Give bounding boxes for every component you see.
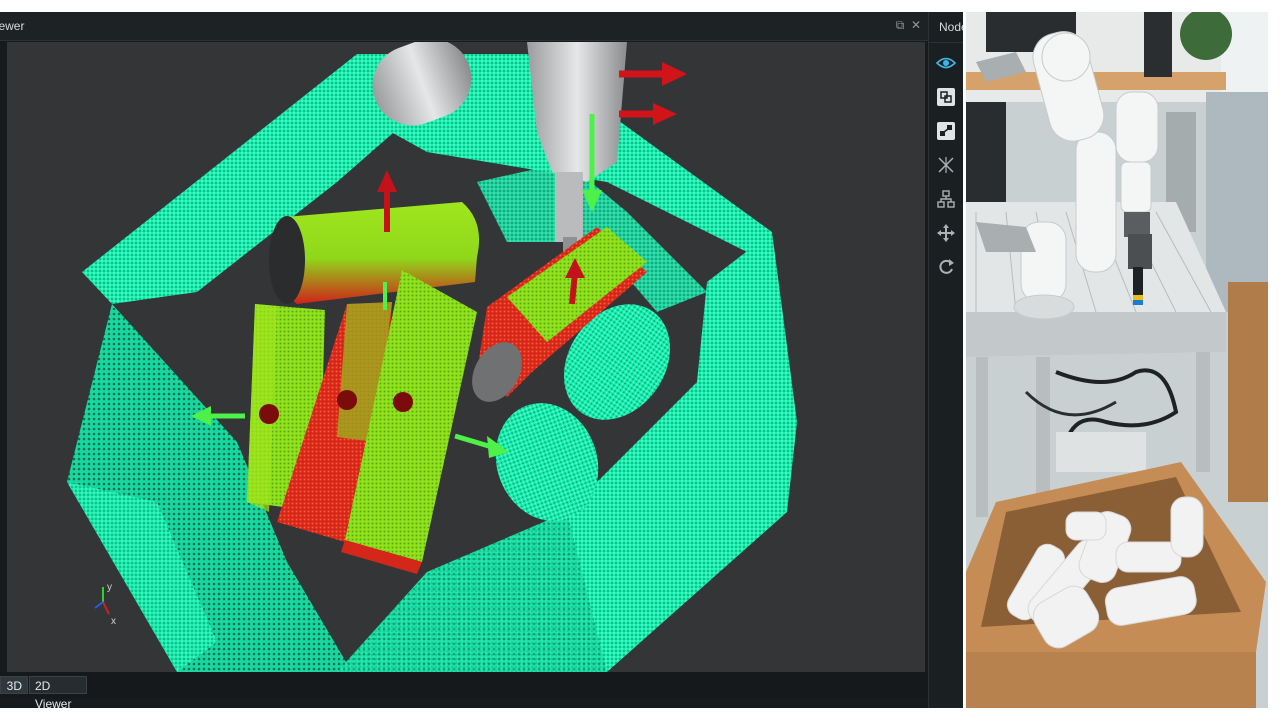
- nodes-sidebar: Nodes: [928, 12, 963, 708]
- axis-icon[interactable]: [935, 154, 957, 176]
- tab-3d-viewer-label: 3D Viewer: [6, 679, 22, 693]
- axis-gizmo: y x: [94, 582, 116, 627]
- tab-3d-viewer[interactable]: 3D Viewer: [0, 676, 28, 694]
- viewer-title-clip: Viewer: [0, 12, 40, 40]
- 3d-viewport[interactable]: y x: [7, 42, 925, 672]
- camera-feed: [966, 12, 1268, 708]
- window-buttons: ⧉ ✕: [894, 18, 922, 32]
- tab-2d-viewer[interactable]: 2D Viewer: [29, 676, 87, 711]
- move-icon[interactable]: [935, 222, 957, 244]
- viewer-title: Viewer: [0, 19, 25, 33]
- viewer-titlebar: Viewer ⧉ ✕: [0, 12, 928, 41]
- refresh-icon[interactable]: [935, 256, 957, 278]
- tab-2d-viewer-label: 2D Viewer: [35, 679, 72, 711]
- float-icon[interactable]: ⧉: [894, 18, 906, 32]
- point-cloud-canvas[interactable]: y x: [7, 42, 925, 672]
- app-window: Viewer ⧉ ✕: [0, 12, 963, 711]
- close-icon[interactable]: ✕: [910, 18, 922, 32]
- sidebar-divider: [929, 42, 963, 43]
- link-icon[interactable]: [935, 86, 957, 108]
- axis-label-y: y: [107, 582, 112, 593]
- viewer-tabbar: 3D Viewer 2D Viewer: [0, 672, 928, 711]
- robot-scene-image: [966, 12, 1268, 708]
- eye-icon[interactable]: [935, 52, 957, 74]
- axis-label-x: x: [111, 616, 116, 627]
- sidebar-header: Nodes: [939, 20, 963, 34]
- hierarchy-icon[interactable]: [935, 188, 957, 210]
- node-graph-icon[interactable]: [935, 120, 957, 142]
